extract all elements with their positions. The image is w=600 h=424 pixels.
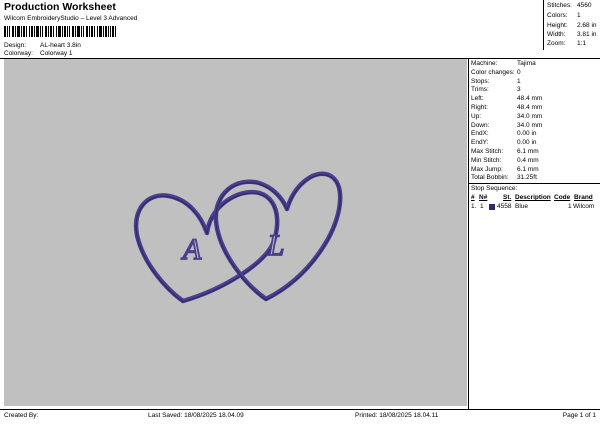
software-subtitle: Wilcom EmbroideryStudio – Level 3 Advanc… <box>4 15 138 22</box>
page-title: Production Worksheet <box>4 1 116 13</box>
detail-label: Left: <box>471 95 484 103</box>
height-value: 2.68 in <box>577 22 597 29</box>
detail-value: 3 <box>517 86 521 94</box>
detail-row: Machine: Tajima <box>471 60 599 69</box>
row-st: 4558 <box>497 203 512 210</box>
detail-label: Max Jump: <box>471 165 503 173</box>
detail-label: Trims: <box>471 86 489 94</box>
letter-right: L <box>267 229 285 262</box>
table-row: 1. 1 4558 Blue 1 Wilcom <box>471 203 599 213</box>
col-st: St. <box>503 194 512 201</box>
embroidery-design: A L <box>133 171 343 304</box>
detail-value: 48.4 mm <box>517 95 543 103</box>
detail-value: 48.4 mm <box>517 104 543 111</box>
printed-date: Printed: 18/08/2025 18.04.11 <box>355 412 439 419</box>
zoom-label: Zoom: <box>547 40 566 47</box>
last-saved: Last Saved: 18/08/2025 18.04.09 <box>148 412 244 419</box>
col-brand: Brand <box>574 194 593 201</box>
col-num: # <box>471 194 475 201</box>
detail-row: Right: 48.4 mm <box>471 104 599 113</box>
design-label: Design: <box>4 42 27 49</box>
design-value: AL-heart 3.8in <box>40 42 81 49</box>
colors-label: Colors: <box>547 12 568 19</box>
height-row: Height: 2.68 in <box>547 22 599 31</box>
detail-row: EndY: 0.00 in <box>471 140 599 148</box>
zoom-row: Zoom: 1:1 <box>547 40 599 49</box>
row-n: 1 <box>480 203 484 210</box>
detail-label: EndY: <box>471 139 489 147</box>
footer-rule <box>0 409 600 410</box>
barcode <box>4 26 116 37</box>
detail-value: 0.00 in <box>517 139 537 147</box>
letter-left: A <box>181 233 202 266</box>
col-code: Code <box>554 194 571 201</box>
detail-label: EndX: <box>471 130 489 138</box>
detail-row: Left: 48.4 mm <box>471 96 599 104</box>
detail-value: Tajima <box>517 60 536 67</box>
stop-sequence-rule <box>468 183 600 184</box>
page-number: Page 1 of 1 <box>562 412 596 419</box>
detail-value: 6.1 mm <box>517 165 539 173</box>
stop-sequence-label: Stop Sequence: <box>471 185 518 192</box>
detail-value: 0.00 in <box>517 130 537 138</box>
row-num: 1. <box>471 203 477 210</box>
row-code: 1 <box>568 203 572 210</box>
detail-value: 34.0 mm <box>517 121 543 129</box>
stitches-row: Stitches: 4560 <box>547 2 599 11</box>
detail-label: Min Stitch: <box>471 156 502 164</box>
detail-row: Max Jump: 6.1 mm <box>471 165 599 175</box>
design-row: Design: AL-heart 3.8in <box>4 42 204 51</box>
width-row: Width: 3.81 in <box>547 31 599 40</box>
detail-row: Color changes: 0 <box>471 68 599 78</box>
height-label: Height: <box>547 22 568 29</box>
col-description: Description <box>515 194 551 201</box>
zoom-value: 1:1 <box>577 40 587 47</box>
detail-label: Stops: <box>471 77 490 85</box>
stitches-value: 4560 <box>577 2 592 9</box>
detail-value: 1 <box>517 77 521 85</box>
detail-label: Color changes: <box>471 68 515 76</box>
width-value: 3.81 in <box>577 31 597 38</box>
summary-divider <box>543 0 544 50</box>
row-brand: Wilcom <box>573 203 595 210</box>
detail-value: 0.4 mm <box>517 156 539 164</box>
detail-row: EndX: 0.00 in <box>471 131 599 139</box>
detail-row: Max Stitch: 6.1 mm <box>471 148 599 157</box>
detail-row: Trims: 3 <box>471 87 599 95</box>
detail-value: 34.0 mm <box>517 112 543 120</box>
detail-label: Up: <box>471 112 482 120</box>
row-description: Blue <box>515 203 529 210</box>
detail-value: 0 <box>517 68 521 76</box>
detail-value: 31.25ft <box>517 174 537 182</box>
detail-row: Up: 34.0 mm <box>471 112 599 122</box>
colorway-label: Colorway: <box>4 50 33 57</box>
thread-swatch <box>489 204 495 210</box>
width-label: Width: <box>547 31 566 38</box>
detail-row: Min Stitch: 0.4 mm <box>471 156 599 166</box>
colorway-value: Colorway 1 <box>40 50 73 57</box>
details-divider <box>468 58 469 409</box>
detail-label: Max Stitch: <box>471 148 504 155</box>
detail-value: 6.1 mm <box>517 148 539 155</box>
detail-label: Total Bobbin: <box>471 174 509 182</box>
detail-label: Machine: <box>471 60 498 67</box>
col-n: N# <box>479 194 488 201</box>
left-heart-outline <box>133 190 280 304</box>
design-preview: A L <box>4 59 467 406</box>
detail-label: Right: <box>471 104 488 111</box>
stitches-label: Stitches: <box>547 2 572 9</box>
detail-label: Down: <box>471 121 490 129</box>
created-by: Created By: <box>4 412 39 419</box>
detail-row: Down: 34.0 mm <box>471 121 599 131</box>
detail-row: Stops: 1 <box>471 77 599 87</box>
colors-value: 1 <box>577 12 581 19</box>
colors-row: Colors: 1 <box>547 12 599 21</box>
